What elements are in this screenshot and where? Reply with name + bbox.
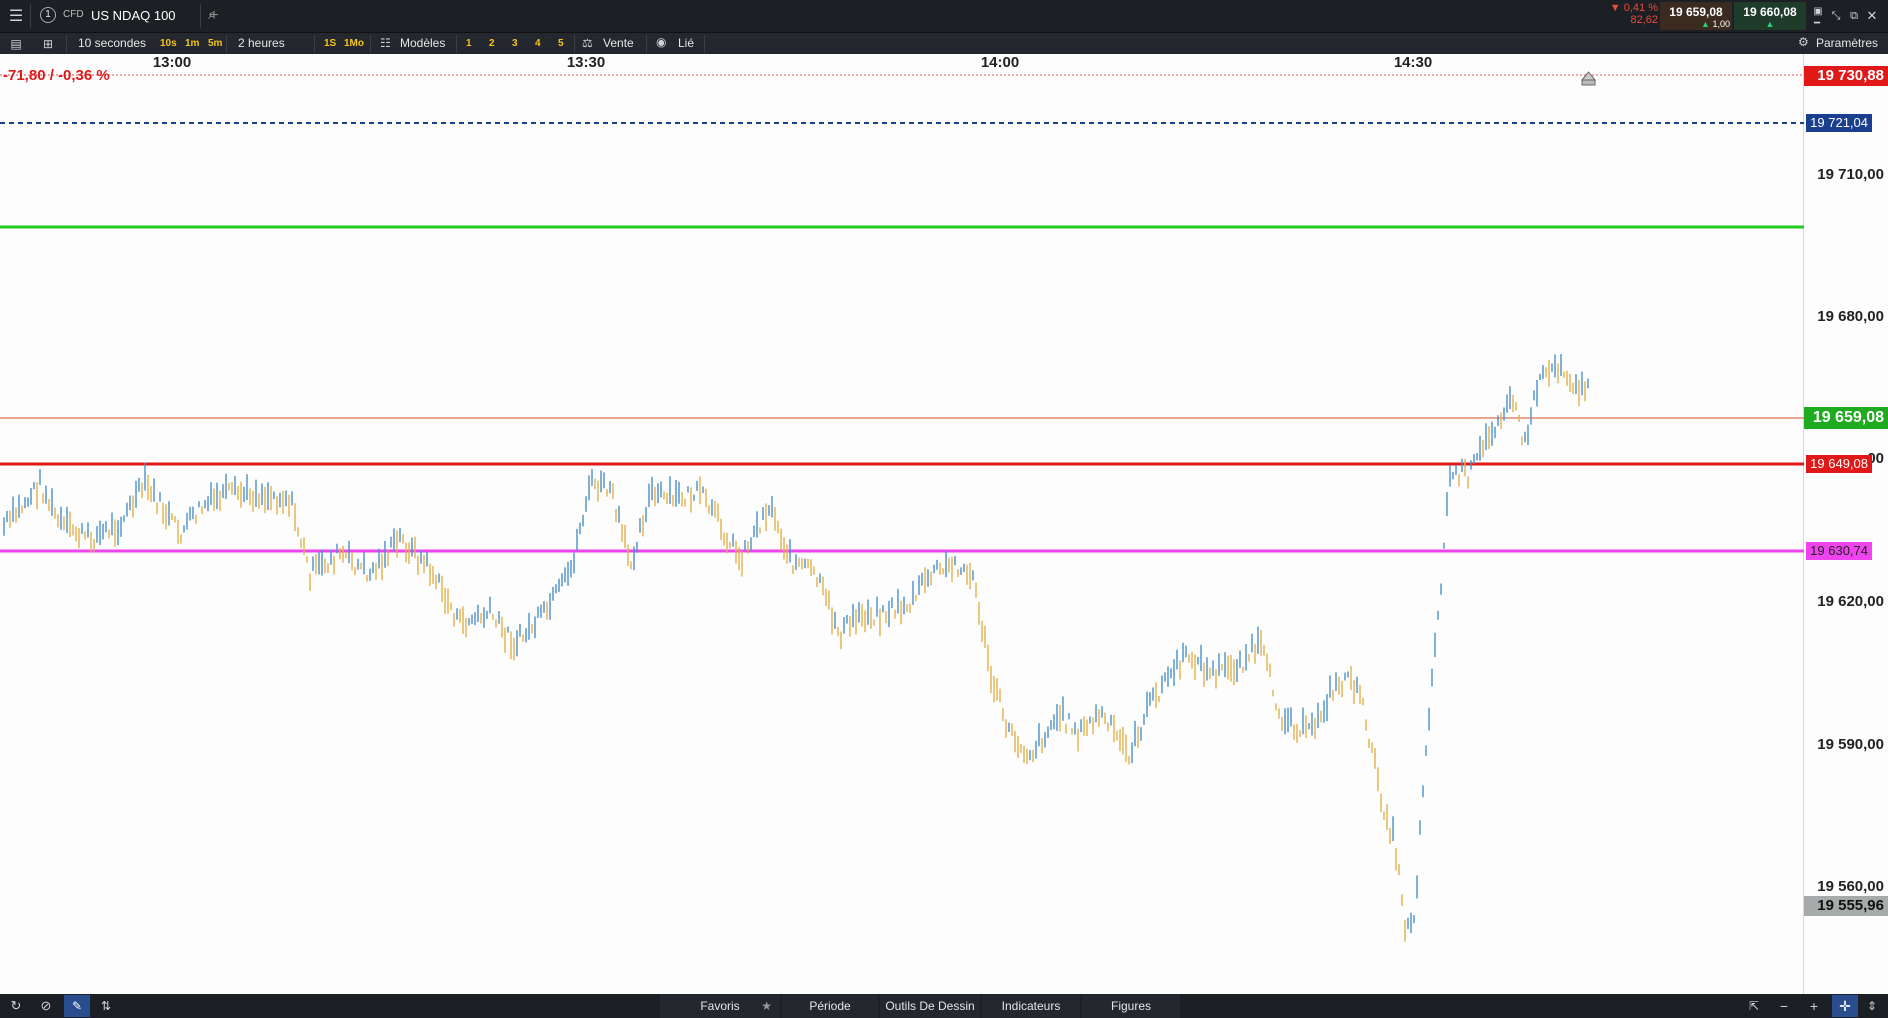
last-price-tag: 19 659,08 [1804, 407, 1888, 429]
instrument-type: CFD [63, 9, 84, 20]
time-label-1430: 14:30 [1393, 54, 1433, 71]
layout-icon[interactable]: ⊞ [40, 36, 56, 52]
star-icon[interactable]: ★ [761, 994, 772, 1018]
change-box: ▼ 0,41 % 82,62 [1596, 2, 1658, 30]
auto-scale-icon[interactable]: ⇱ [1746, 998, 1762, 1014]
red-line-tag: 19 649,08 [1806, 455, 1872, 473]
templates-icon: ☷ [380, 36, 391, 50]
detach-icon[interactable]: ⧉ [1846, 8, 1862, 24]
slot-1[interactable]: 1 [466, 38, 472, 49]
change-readout: -71,80 / -0,36 % [3, 67, 110, 84]
sell-price: 19 659,08 [1669, 5, 1723, 19]
indicators-label: Indicateurs [1001, 999, 1061, 1013]
range-1s[interactable]: 1S [324, 38, 336, 49]
link-icon: ◉ [656, 35, 667, 49]
change-points: 82,62 [1630, 14, 1658, 26]
trade-mode-icon: ⚖ [582, 36, 593, 50]
favorites-label: Favoris [700, 999, 740, 1013]
interval-5m[interactable]: 5m [208, 38, 222, 49]
time-label-1300: 13:00 [152, 54, 192, 71]
spread-readout: ▲ 1,00 [1660, 19, 1732, 29]
high-price-tag: 19 730,88 [1804, 66, 1888, 86]
blue-line-tag: 19 721,04 [1806, 114, 1872, 132]
swap-icon[interactable]: ⇅ [98, 998, 114, 1014]
interval-1m[interactable]: 1m [185, 38, 199, 49]
shrink-icon[interactable]: ⤡ [1828, 8, 1844, 24]
zoom-out-icon[interactable]: − [1776, 998, 1792, 1014]
figures-tab[interactable]: Figures [1082, 994, 1180, 1018]
chart-canvas[interactable] [0, 54, 1888, 994]
change-pct: ▼ 0,41 % [1609, 2, 1658, 14]
time-label-1330: 13:30 [566, 54, 606, 71]
period-label: Période [809, 999, 851, 1013]
figures-label: Figures [1110, 999, 1151, 1013]
spread-up-icon: ▲ [1701, 19, 1710, 29]
price-chart[interactable]: -71,80 / -0,36 % 13:00 13:30 14:00 14:30… [0, 54, 1888, 994]
buy-button[interactable]: 19 660,08 ▲ [1734, 2, 1806, 30]
draw-mode-button[interactable]: ✎ [64, 995, 90, 1017]
buy-price: 19 660,08 [1743, 5, 1797, 19]
slot-2[interactable]: 2 [489, 38, 495, 49]
top-bar: ☰ 1 CFD US NDAQ 100 ⌕ + ▼ 0,41 % 82,62 1… [0, 0, 1888, 32]
settings-icon: ⚙ [1798, 35, 1809, 49]
axis-label-19710: 19 710,00 [1817, 166, 1884, 183]
slot-5[interactable]: 5 [558, 38, 564, 49]
templates-button[interactable]: Modèles [400, 36, 445, 50]
axis-label-19680: 19 680,00 [1817, 308, 1884, 325]
drawing-tools-tab[interactable]: Outils De Dessin [880, 994, 980, 1018]
chart-toolbar: ▤ ⊞ 10 secondes 10s 1m 5m 2 heures 1S 1M… [0, 32, 1888, 54]
list-icon[interactable]: ▤ [8, 36, 24, 52]
settings-button[interactable]: Paramètres [1816, 36, 1878, 50]
tab-index-badge: 1 [40, 7, 56, 23]
range-1mo[interactable]: 1Mo [344, 38, 364, 49]
bottom-bar: ↻ ⊘ ✎ ⇅ Favoris ★ Période Outils De Dess… [0, 994, 1888, 1018]
axis-label-19560: 19 560,00 [1817, 878, 1884, 895]
favorites-tab[interactable]: Favoris ★ [660, 994, 780, 1018]
period-tab[interactable]: Période [782, 994, 878, 1018]
refresh-icon[interactable]: ↻ [8, 998, 24, 1014]
spread-value: 1,00 [1712, 19, 1730, 29]
sell-button[interactable]: 19 659,08 ▲ 1,00 [1660, 2, 1732, 30]
magenta-line-tag: 19 630,74 [1806, 542, 1872, 560]
axis-label-19590: 19 590,00 [1817, 736, 1884, 753]
linked-button[interactable]: Lié [678, 36, 694, 50]
slot-3[interactable]: 3 [512, 38, 518, 49]
drawing-tools-label: Outils De Dessin [885, 999, 975, 1013]
menu-icon[interactable]: ☰ [6, 6, 26, 26]
close-icon[interactable]: ✕ [1864, 8, 1880, 24]
buy-up-icon: ▲ [1765, 19, 1775, 29]
axis-label-19620: 19 620,00 [1817, 593, 1884, 610]
indicators-tab[interactable]: Indicateurs [982, 994, 1080, 1018]
crosshair-icon: ✛ [1839, 998, 1851, 1014]
interval-10s[interactable]: 10s [160, 38, 177, 49]
instrument-name: US NDAQ 100 [91, 8, 176, 23]
crosshair-button[interactable]: ✛ [1832, 995, 1858, 1017]
compress-icon[interactable]: ⇕ [1864, 998, 1880, 1014]
interval-select[interactable]: 10 secondes [78, 36, 146, 50]
instrument-tab[interactable]: 1 CFD US NDAQ 100 ⌕ [36, 5, 226, 27]
range-select[interactable]: 2 heures [238, 36, 285, 50]
trade-mode-button[interactable]: Vente [603, 36, 634, 50]
pencil-icon: ✎ [71, 999, 83, 1013]
zoom-in-icon[interactable]: + [1806, 998, 1822, 1014]
cancel-icon[interactable]: ⊘ [38, 998, 54, 1014]
time-label-1400: 14:00 [980, 54, 1020, 71]
low-price-tag: 19 555,96 [1804, 896, 1888, 916]
slot-4[interactable]: 4 [535, 38, 541, 49]
add-tab-icon[interactable]: + [204, 6, 224, 26]
